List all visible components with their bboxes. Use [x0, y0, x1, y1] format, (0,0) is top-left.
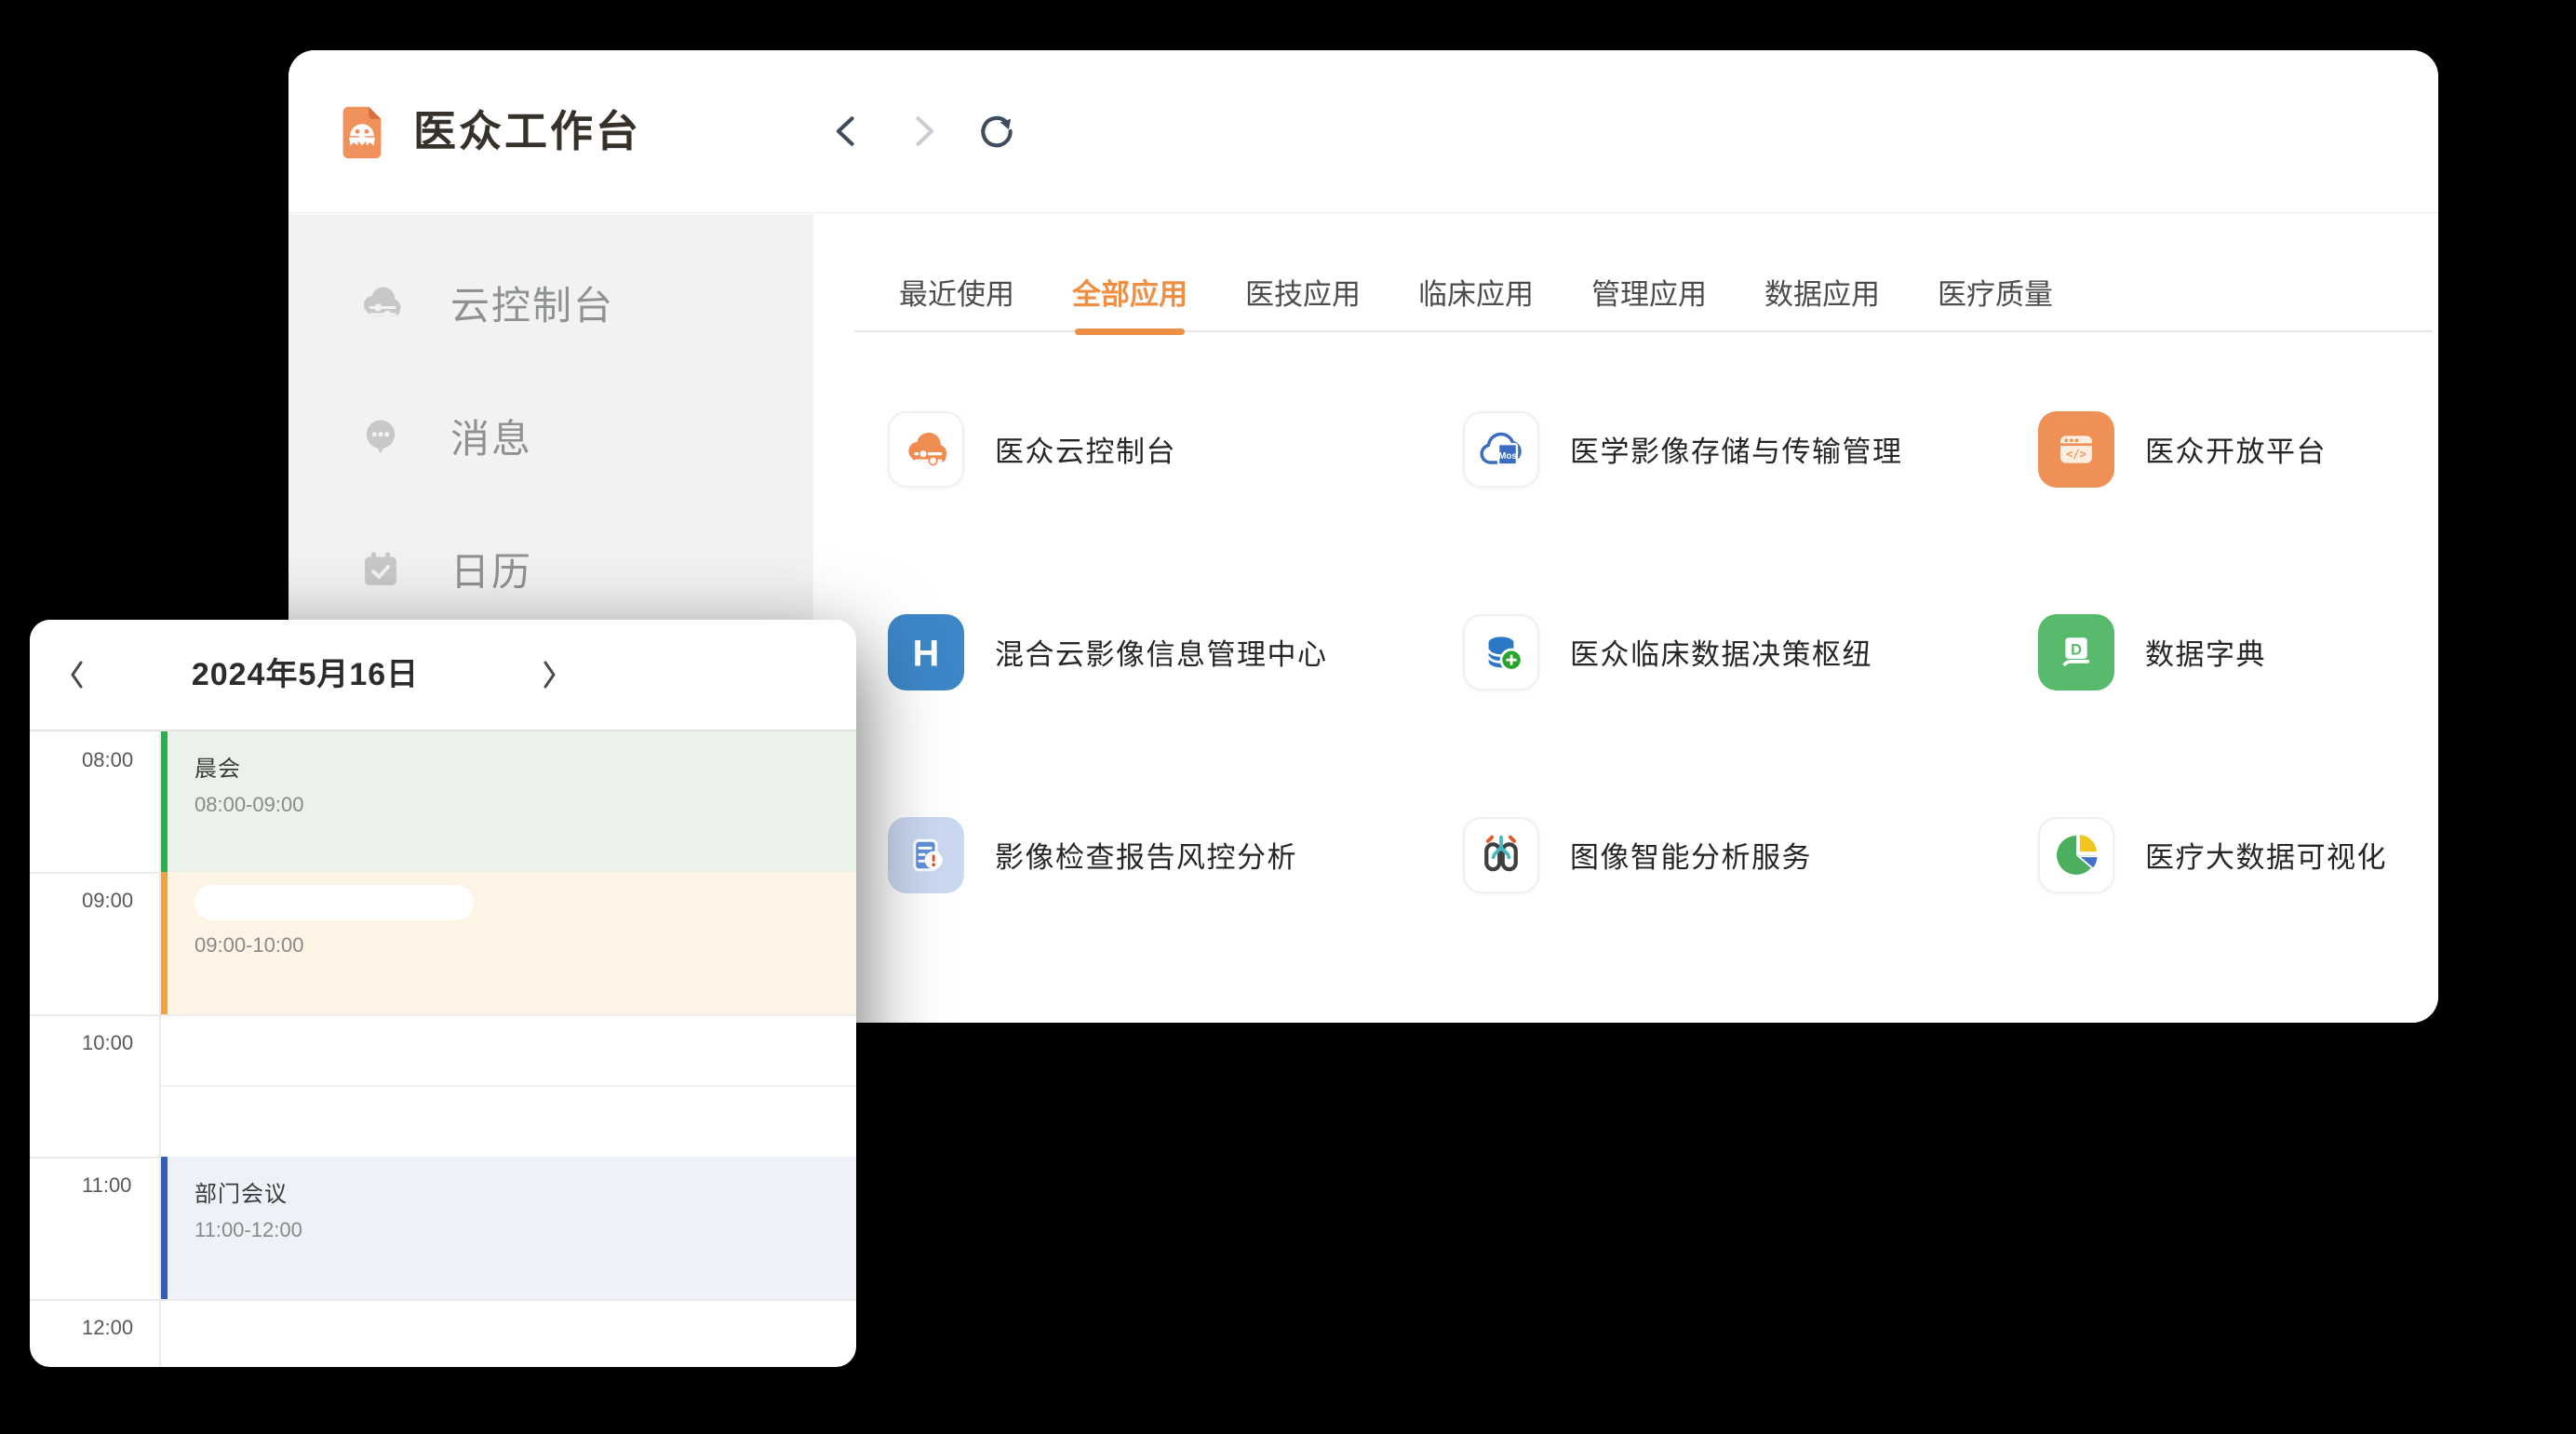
window-header: 医众工作台 — [288, 50, 2438, 213]
calendar-panel: 2024年5月16日 08:00 09:00 10:00 11:00 12:00… — [30, 620, 856, 1367]
back-button[interactable] — [826, 110, 869, 153]
calendar-event-department-meeting[interactable]: 部门会议 11:00-12:00 — [161, 1157, 856, 1299]
chevron-right-icon — [538, 658, 560, 691]
app-item-cloud-console[interactable]: 医众云控制台 — [888, 411, 1463, 488]
app-item-hybrid-cloud-center[interactable]: H 混合云影像信息管理中心 — [888, 614, 1463, 690]
dictionary-icon: D — [2038, 614, 2114, 690]
app-item-data-dictionary[interactable]: D 数据字典 — [2038, 614, 2438, 690]
event-time: 09:00-10:00 — [195, 933, 856, 958]
content-area: 最近使用 全部应用 医技应用 临床应用 管理应用 数据应用 医疗质量 — [813, 214, 2438, 1024]
tab-all-apps[interactable]: 全部应用 — [1072, 252, 1187, 331]
message-icon — [356, 411, 406, 462]
tab-medical-quality[interactable]: 医疗质量 — [1938, 252, 2053, 331]
svg-text:D: D — [2071, 641, 2082, 658]
time-label: 08:00 — [82, 748, 133, 772]
app-label: 影像检查报告风控分析 — [995, 834, 1297, 876]
lungs-icon — [1463, 817, 1539, 893]
event-time: 11:00-12:00 — [195, 1218, 856, 1242]
tab-recent[interactable]: 最近使用 — [899, 252, 1014, 331]
event-color-bar — [161, 731, 168, 872]
event-title: 部门会议 — [195, 1175, 856, 1208]
time-label: 10:00 — [82, 1031, 133, 1055]
chevron-left-icon — [66, 658, 88, 691]
app-label: 医众临床数据决策枢纽 — [1570, 631, 1872, 673]
tab-medtech-apps[interactable]: 医技应用 — [1245, 252, 1361, 331]
tab-management-apps[interactable]: 管理应用 — [1591, 252, 1707, 331]
calendar-icon — [356, 544, 406, 595]
tab-data-apps[interactable]: 数据应用 — [1764, 252, 1880, 331]
app-item-report-risk-analysis[interactable]: 影像检查报告风控分析 — [888, 817, 1463, 893]
calendar-event-morning-meeting[interactable]: 晨会 08:00-09:00 — [161, 731, 856, 872]
cloud-mos-icon: Mos — [1463, 411, 1539, 488]
app-label: 医众云控制台 — [995, 428, 1176, 470]
hour-gridline — [30, 1299, 856, 1301]
svg-text:H: H — [913, 633, 940, 674]
app-label: 数据字典 — [2145, 631, 2266, 673]
cloud-settings-icon — [888, 411, 964, 488]
app-label: 医学影像存储与传输管理 — [1570, 428, 1903, 470]
sidebar-item-label: 云控制台 — [450, 275, 614, 331]
app-item-bigdata-visualization[interactable]: 医疗大数据可视化 — [2038, 817, 2438, 893]
calendar-date-label: 2024年5月16日 — [166, 620, 445, 730]
event-time: 08:00-09:00 — [195, 793, 856, 817]
h-letter-icon: H — [888, 614, 964, 690]
app-item-open-platform[interactable]: </> 医众开放平台 — [2038, 411, 2438, 488]
time-label: 11:00 — [82, 1173, 131, 1198]
svg-text:</>: </> — [2066, 447, 2086, 460]
calendar-prev-button[interactable] — [61, 655, 93, 694]
app-title: 医众工作台 — [413, 99, 641, 164]
app-label: 医众开放平台 — [2145, 428, 2327, 470]
event-title: 晨会 — [195, 750, 856, 783]
half-hour-gridline — [161, 1085, 856, 1087]
sidebar-item-calendar[interactable]: 日历 — [288, 530, 813, 609]
code-window-icon: </> — [2038, 411, 2114, 488]
forward-button[interactable] — [901, 110, 944, 153]
sidebar-item-label: 消息 — [450, 408, 532, 464]
event-title-redacted-pill — [195, 885, 474, 920]
app-item-image-storage[interactable]: Mos 医学影像存储与传输管理 — [1463, 411, 2038, 488]
calendar-next-button[interactable] — [533, 655, 565, 694]
app-item-image-ai-analysis[interactable]: 图像智能分析服务 — [1463, 817, 2038, 893]
sidebar-item-cloud-console[interactable]: 云控制台 — [288, 264, 813, 342]
browser-nav — [826, 99, 1018, 164]
cloud-console-icon — [356, 278, 406, 328]
refresh-button[interactable] — [975, 110, 1018, 153]
time-label: 09:00 — [82, 889, 133, 913]
database-plus-icon — [1463, 614, 1539, 690]
sidebar-item-label: 日历 — [450, 541, 532, 597]
tab-clinical-apps[interactable]: 临床应用 — [1418, 252, 1534, 331]
hour-gridline — [30, 1014, 856, 1016]
calendar-header: 2024年5月16日 — [30, 620, 856, 730]
calendar-event-redacted[interactable]: 09:00-10:00 — [161, 872, 856, 1014]
calendar-day-schedule: 08:00 09:00 10:00 11:00 12:00 晨会 08:00-0… — [30, 731, 856, 1367]
app-category-tabs: 最近使用 全部应用 医技应用 临床应用 管理应用 数据应用 医疗质量 — [854, 253, 2433, 332]
app-logo-icon — [329, 99, 395, 164]
time-label: 12:00 — [82, 1316, 133, 1340]
app-label: 医疗大数据可视化 — [2145, 834, 2387, 876]
app-grid: 医众云控制台 Mos 医学影像存储与传输管理 — [888, 411, 2438, 893]
app-label: 混合云影像信息管理中心 — [995, 631, 1328, 673]
svg-text:Mos: Mos — [1498, 450, 1517, 461]
sidebar-item-messages[interactable]: 消息 — [288, 397, 813, 476]
app-item-clinical-data-hub[interactable]: 医众临床数据决策枢纽 — [1463, 614, 2038, 690]
app-label: 图像智能分析服务 — [1570, 834, 1812, 876]
pie-chart-icon — [2038, 817, 2114, 893]
event-color-bar — [161, 872, 168, 1014]
report-alert-icon — [888, 817, 964, 893]
event-color-bar — [161, 1157, 168, 1299]
